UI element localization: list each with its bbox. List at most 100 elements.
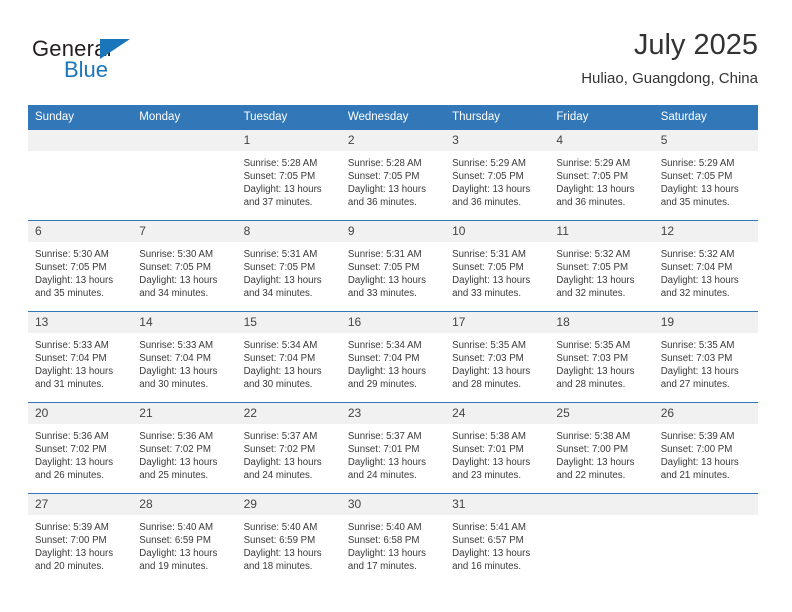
calendar-day-cell[interactable]: 12 Sunrise: 5:32 AM Sunset: 7:04 PM Dayligh… [653,220,758,312]
day-sunset-text: Sunset: 7:01 PM [452,444,524,455]
day-sunrise-text: Sunrise: 5:38 AM [452,431,526,442]
calendar-day-cell[interactable]: 13 Sunrise: 5:33 AM Sunset: 7:04 PM Dayligh… [28,311,133,403]
day-details: Sunrise: 5:30 AM Sunset: 7:05 PM Daylight:… [28,242,132,300]
day-sunrise-text: Sunrise: 5:33 AM [139,340,214,351]
weekday-header-row: Sunday Monday Tuesday Wednesday Thursday… [28,105,758,130]
calendar-day-cell[interactable]: 5 Sunrise: 5:29 AM Sunset: 7:05 PM Daylight… [653,130,758,221]
day-details: Sunrise: 5:33 AM Sunset: 7:04 PM Daylight:… [132,333,236,391]
day-daylight2-text: and 27 minutes. [660,379,730,390]
day-details: Sunrise: 5:32 AM Sunset: 7:04 PM Daylight:… [654,242,758,300]
day-sunrise-text: Sunrise: 5:40 AM [347,522,422,533]
weekday-header-friday: Friday [549,105,654,130]
day-sunrise-text: Sunrise: 5:29 AM [452,158,526,169]
day-daylight2-text: and 36 minutes. [347,197,417,208]
day-number: 22 [236,403,341,424]
calendar-day-cell[interactable]: 30 Sunrise: 5:40 AM Sunset: 6:58 PM Dayligh… [340,493,446,584]
day-daylight1-text: Daylight: 13 hours [35,366,114,377]
day-daylight1-text: Daylight: 13 hours [660,457,739,468]
day-sunset-text: Sunset: 7:05 PM [556,171,629,182]
calendar-day-cell[interactable]: 19 Sunrise: 5:35 AM Sunset: 7:03 PM Dayligh… [653,311,758,403]
day-sunset-text: Sunset: 7:05 PM [243,262,316,273]
day-number: 2 [340,130,446,151]
day-details: Sunrise: 5:41 AM Sunset: 6:57 PM Daylight:… [445,515,549,573]
day-daylight2-text: and 19 minutes. [139,561,209,572]
day-sunset-text: Sunset: 7:04 PM [347,353,420,364]
calendar-day-cell[interactable]: 9 Sunrise: 5:31 AM Sunset: 7:05 PM Daylight… [340,220,446,312]
calendar-day-cell[interactable]: 26 Sunrise: 5:39 AM Sunset: 7:00 PM Dayligh… [653,402,758,494]
location-subtitle: Huliao, Guangdong, China [581,70,758,87]
day-daylight1-text: Daylight: 13 hours [243,548,322,559]
calendar-day-cell[interactable]: 15 Sunrise: 5:34 AM Sunset: 7:04 PM Dayligh… [236,311,341,403]
day-daylight2-text: and 34 minutes. [243,288,313,299]
day-sunrise-text: Sunrise: 5:38 AM [556,431,631,442]
day-daylight2-text: and 22 minutes. [556,470,626,481]
calendar-day-cell[interactable]: 1 Sunrise: 5:28 AM Sunset: 7:05 PM Daylight… [236,130,341,221]
day-details: Sunrise: 5:32 AM Sunset: 7:05 PM Daylight:… [549,242,653,300]
calendar-day-cell[interactable]: 11 Sunrise: 5:32 AM Sunset: 7:05 PM Dayligh… [549,220,654,312]
calendar-week-row: 20 Sunrise: 5:36 AM Sunset: 7:02 PM Dayligh… [28,402,758,494]
day-details: Sunrise: 5:40 AM Sunset: 6:58 PM Daylight:… [341,515,445,573]
calendar-day-cell-empty [28,130,133,221]
calendar-day-cell[interactable]: 17 Sunrise: 5:35 AM Sunset: 7:03 PM Dayligh… [445,311,550,403]
day-daylight2-text: and 34 minutes. [139,288,209,299]
calendar-day-cell[interactable]: 18 Sunrise: 5:35 AM Sunset: 7:03 PM Dayligh… [549,311,654,403]
day-sunrise-text: Sunrise: 5:34 AM [347,340,422,351]
day-details: Sunrise: 5:28 AM Sunset: 7:05 PM Daylight:… [237,151,341,209]
day-daylight2-text: and 17 minutes. [347,561,417,572]
general-blue-logo[interactable]: General Blue [32,36,212,88]
logo-text-blue: Blue [64,57,109,82]
day-daylight1-text: Daylight: 13 hours [452,457,531,468]
calendar-day-cell[interactable]: 7 Sunrise: 5:30 AM Sunset: 7:05 PM Daylight… [132,220,237,312]
day-number: 10 [445,221,550,242]
day-details: Sunrise: 5:35 AM Sunset: 7:03 PM Daylight:… [445,333,549,391]
day-daylight1-text: Daylight: 13 hours [35,548,114,559]
calendar-day-cell[interactable]: 24 Sunrise: 5:38 AM Sunset: 7:01 PM Dayligh… [445,402,550,494]
day-number: 25 [549,403,654,424]
day-sunset-text: Sunset: 7:04 PM [660,262,733,273]
calendar-day-cell[interactable]: 28 Sunrise: 5:40 AM Sunset: 6:59 PM Dayligh… [132,493,237,584]
day-number: 13 [28,312,133,333]
day-sunset-text: Sunset: 6:58 PM [347,535,420,546]
calendar-day-cell[interactable]: 21 Sunrise: 5:36 AM Sunset: 7:02 PM Dayligh… [132,402,237,494]
day-number: 7 [132,221,237,242]
calendar-day-cell[interactable]: 14 Sunrise: 5:33 AM Sunset: 7:04 PM Dayligh… [132,311,237,403]
day-details: Sunrise: 5:30 AM Sunset: 7:05 PM Daylight:… [132,242,236,300]
day-sunset-text: Sunset: 7:02 PM [139,444,211,455]
day-details: Sunrise: 5:36 AM Sunset: 7:02 PM Daylight:… [28,424,132,482]
calendar-day-cell[interactable]: 6 Sunrise: 5:30 AM Sunset: 7:05 PM Daylight… [28,220,133,312]
day-sunrise-text: Sunrise: 5:29 AM [660,158,735,169]
calendar-day-cell[interactable]: 31 Sunrise: 5:41 AM Sunset: 6:57 PM Dayligh… [445,493,550,584]
day-number: 27 [28,494,133,515]
calendar-body: 1 Sunrise: 5:28 AM Sunset: 7:05 PM Daylight… [28,130,758,584]
calendar-day-cell[interactable]: 16 Sunrise: 5:34 AM Sunset: 7:04 PM Dayligh… [340,311,446,403]
day-daylight1-text: Daylight: 13 hours [556,275,635,286]
calendar-day-cell-empty [132,130,237,221]
calendar-day-cell[interactable]: 3 Sunrise: 5:29 AM Sunset: 7:05 PM Daylight… [445,130,550,221]
calendar-day-cell[interactable]: 27 Sunrise: 5:39 AM Sunset: 7:00 PM Dayligh… [28,493,133,584]
day-sunrise-text: Sunrise: 5:39 AM [35,522,109,533]
day-daylight1-text: Daylight: 13 hours [347,184,426,195]
day-daylight2-text: and 35 minutes. [660,197,730,208]
day-daylight2-text: and 25 minutes. [139,470,209,481]
day-sunrise-text: Sunrise: 5:40 AM [243,522,318,533]
calendar-day-cell[interactable]: 10 Sunrise: 5:31 AM Sunset: 7:05 PM Dayligh… [445,220,550,312]
calendar-day-cell[interactable]: 20 Sunrise: 5:36 AM Sunset: 7:02 PM Dayligh… [28,402,133,494]
calendar-day-cell[interactable]: 8 Sunrise: 5:31 AM Sunset: 7:05 PM Daylight… [236,220,341,312]
calendar-day-cell[interactable]: 29 Sunrise: 5:40 AM Sunset: 6:59 PM Dayligh… [236,493,341,584]
calendar-day-cell[interactable]: 4 Sunrise: 5:29 AM Sunset: 7:05 PM Daylight… [549,130,654,221]
day-sunrise-text: Sunrise: 5:35 AM [556,340,631,351]
calendar-day-cell[interactable]: 25 Sunrise: 5:38 AM Sunset: 7:00 PM Dayligh… [549,402,654,494]
day-details: Sunrise: 5:36 AM Sunset: 7:02 PM Daylight:… [132,424,236,482]
day-number: 1 [236,130,341,151]
calendar-day-cell[interactable]: 22 Sunrise: 5:37 AM Sunset: 7:02 PM Dayligh… [236,402,341,494]
day-sunset-text: Sunset: 7:05 PM [660,171,733,182]
day-daylight1-text: Daylight: 13 hours [556,457,635,468]
day-daylight1-text: Daylight: 13 hours [243,184,322,195]
calendar-day-cell[interactable]: 2 Sunrise: 5:28 AM Sunset: 7:05 PM Daylight… [340,130,446,221]
page-header: General Blue July 2025 Huliao, Guangdong… [28,28,758,94]
day-number: 14 [132,312,237,333]
calendar-day-cell[interactable]: 23 Sunrise: 5:37 AM Sunset: 7:01 PM Dayligh… [340,402,446,494]
day-sunset-text: Sunset: 7:03 PM [556,353,629,364]
day-number: 21 [132,403,237,424]
day-sunrise-text: Sunrise: 5:31 AM [243,249,318,260]
